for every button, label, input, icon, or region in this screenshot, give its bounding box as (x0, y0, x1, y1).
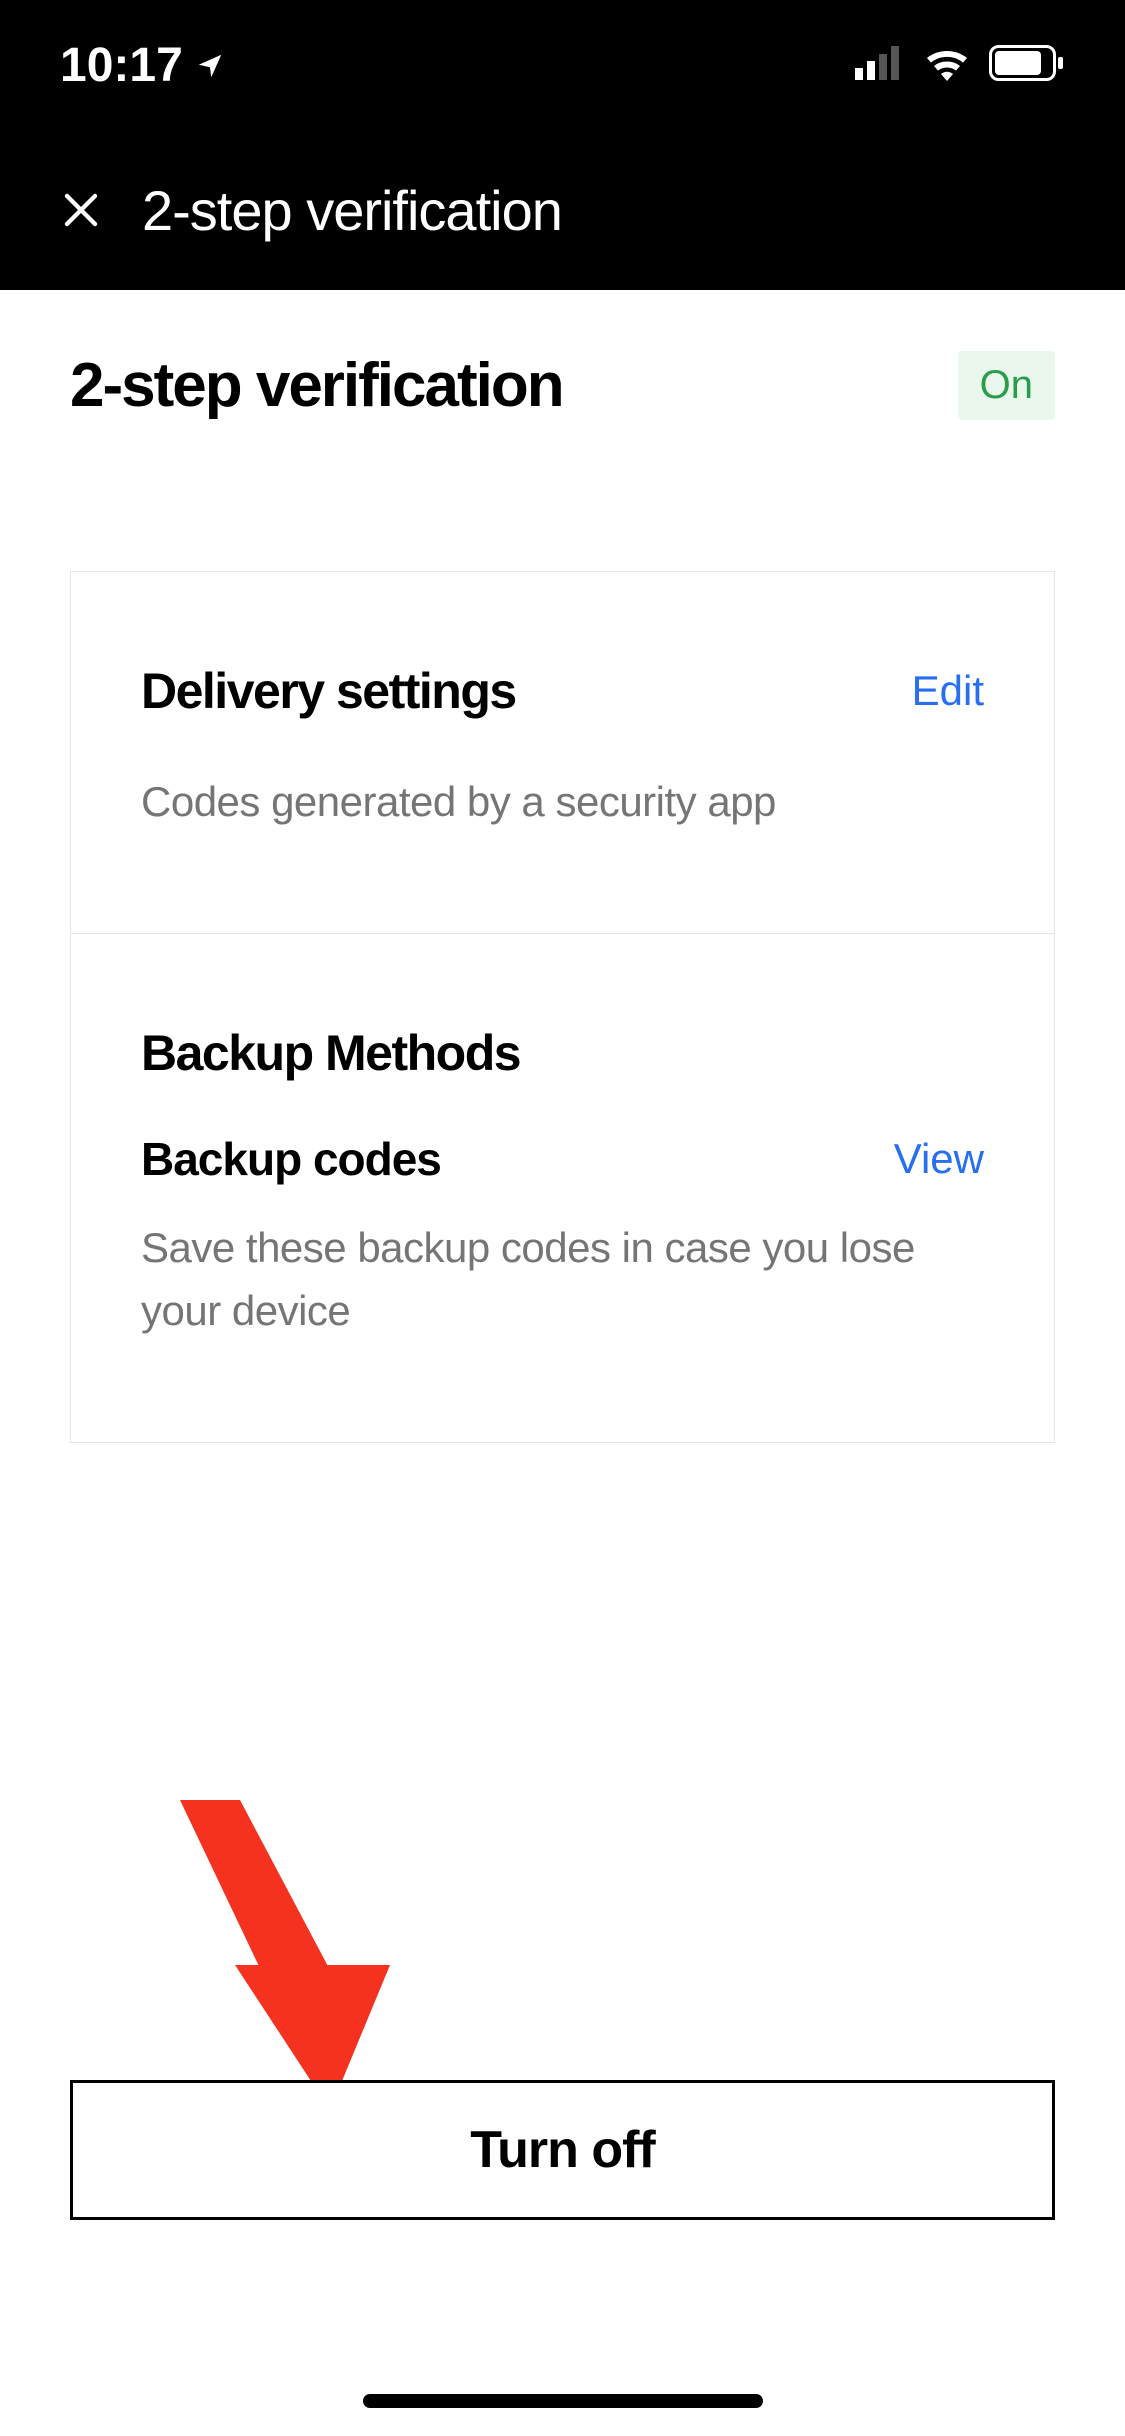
status-bar: 10:17 (0, 0, 1125, 130)
backup-codes-row: Backup codes View (141, 1132, 984, 1186)
turn-off-button[interactable]: Turn off (70, 2080, 1055, 2220)
delivery-section: Delivery settings Edit Codes generated b… (71, 572, 1054, 934)
delivery-header-row: Delivery settings Edit (141, 662, 984, 720)
close-icon[interactable] (60, 189, 102, 231)
status-right (855, 45, 1065, 86)
content: 2-step verification On Delivery settings… (0, 290, 1125, 1443)
backup-title: Backup Methods (141, 1024, 984, 1082)
delivery-desc: Codes generated by a security app (141, 770, 984, 833)
battery-icon (989, 45, 1065, 86)
status-badge: On (958, 351, 1055, 420)
page-title: 2-step verification (70, 350, 563, 421)
view-link[interactable]: View (894, 1135, 984, 1183)
turn-off-label: Turn off (470, 2120, 655, 2180)
location-icon (195, 38, 225, 93)
header-title: 2-step verification (142, 178, 562, 243)
title-row: 2-step verification On (70, 350, 1055, 421)
cellular-icon (855, 46, 905, 85)
wifi-icon (923, 45, 971, 86)
backup-codes-title: Backup codes (141, 1132, 441, 1186)
edit-link[interactable]: Edit (912, 667, 984, 715)
home-indicator[interactable] (363, 2394, 763, 2408)
delivery-title: Delivery settings (141, 662, 516, 720)
bottom-button-container: Turn off (70, 2080, 1055, 2220)
backup-desc: Save these backup codes in case you lose… (141, 1216, 984, 1342)
annotation-arrow-icon (170, 1800, 390, 2125)
status-time-group: 10:17 (60, 38, 225, 93)
settings-card: Delivery settings Edit Codes generated b… (70, 571, 1055, 1443)
header-bar: 2-step verification (0, 130, 1125, 290)
backup-section: Backup Methods Backup codes View Save th… (71, 934, 1054, 1442)
status-time: 10:17 (60, 38, 183, 93)
